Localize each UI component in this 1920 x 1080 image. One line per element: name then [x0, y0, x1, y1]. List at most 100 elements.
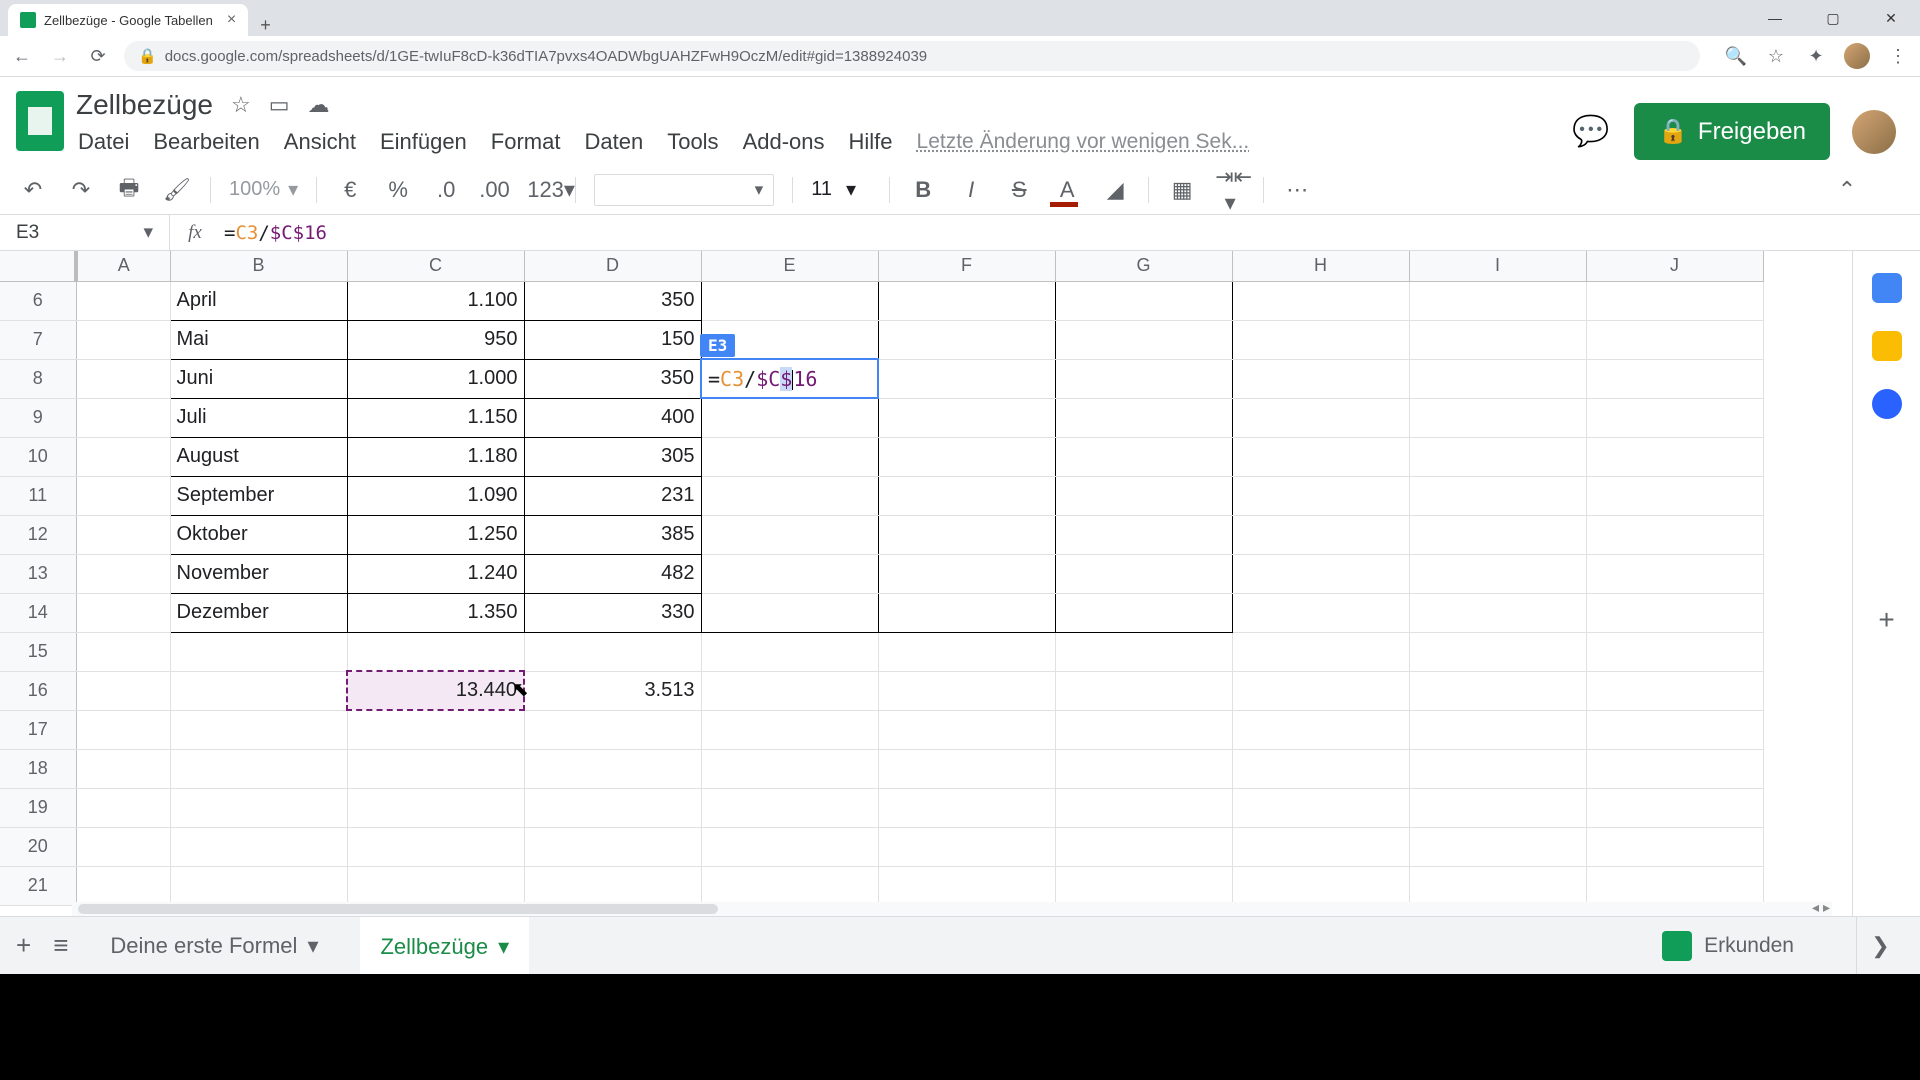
cell[interactable]: 1.350 [347, 593, 524, 632]
cell[interactable]: September [170, 476, 347, 515]
cell[interactable] [878, 359, 1055, 398]
strikethrough-icon[interactable]: S [1004, 177, 1034, 203]
cell[interactable]: 350 [524, 281, 701, 320]
sheets-logo-icon[interactable] [16, 91, 64, 151]
row-header[interactable]: 7 [0, 320, 76, 359]
row-header[interactable]: 9 [0, 398, 76, 437]
cell[interactable] [701, 281, 878, 320]
minimize-icon[interactable]: — [1746, 0, 1804, 36]
cell[interactable]: April [170, 281, 347, 320]
cell-referenced[interactable]: 13.440 [347, 671, 524, 710]
menu-data[interactable]: Daten [584, 129, 643, 155]
new-tab-button[interactable]: + [248, 15, 283, 36]
cell[interactable] [878, 320, 1055, 359]
cell[interactable]: 950 [347, 320, 524, 359]
last-edit-link[interactable]: Letzte Änderung vor wenigen Sek... [917, 130, 1250, 154]
close-tab-icon[interactable]: × [227, 11, 236, 29]
share-button[interactable]: 🔒 Freigeben [1634, 103, 1830, 160]
fill-color-icon[interactable]: ◢ [1100, 177, 1130, 203]
cell[interactable] [1055, 281, 1232, 320]
cell[interactable] [701, 554, 878, 593]
move-icon[interactable]: ▭ [269, 92, 290, 118]
col-header-i[interactable]: I [1409, 251, 1586, 281]
cell[interactable]: 400 [524, 398, 701, 437]
row-header[interactable]: 21 [0, 866, 76, 905]
row-header[interactable]: 20 [0, 827, 76, 866]
cell[interactable]: 1.250 [347, 515, 524, 554]
cell[interactable] [1055, 398, 1232, 437]
bold-icon[interactable]: B [908, 177, 938, 203]
show-side-panel-icon[interactable]: ❯ [1856, 917, 1904, 974]
cell[interactable] [878, 398, 1055, 437]
calendar-addon-icon[interactable] [1872, 273, 1902, 303]
cell[interactable]: Juni [170, 359, 347, 398]
add-sheet-icon[interactable]: + [16, 930, 31, 961]
grid[interactable]: A B C D E F G H I J 6 April 1.100 350 [0, 251, 1852, 916]
number-format-select[interactable]: 123▾ [527, 177, 557, 203]
cell[interactable] [878, 593, 1055, 632]
forward-icon[interactable]: → [48, 46, 72, 67]
percent-icon[interactable]: % [383, 177, 413, 203]
decrease-decimal-icon[interactable]: .0 [431, 177, 461, 203]
menu-edit[interactable]: Bearbeiten [153, 129, 259, 155]
col-header-e[interactable]: E [701, 251, 878, 281]
cell[interactable] [701, 398, 878, 437]
col-header-j[interactable]: J [1586, 251, 1763, 281]
cell[interactable]: 1.180 [347, 437, 524, 476]
text-color-icon[interactable]: A [1052, 177, 1082, 203]
cell[interactable] [1055, 593, 1232, 632]
more-tools-icon[interactable]: ⋯ [1282, 177, 1312, 203]
row-header[interactable]: 8 [0, 359, 76, 398]
cell[interactable]: 305 [524, 437, 701, 476]
row-header[interactable]: 11 [0, 476, 76, 515]
name-box[interactable]: E3▾ [0, 215, 170, 250]
tab-scroll-left-icon[interactable]: ◂ [1812, 899, 1819, 916]
add-addon-icon[interactable]: + [1878, 604, 1894, 636]
merge-icon[interactable]: ⇥⇤ ▾ [1215, 164, 1245, 216]
cell[interactable] [878, 281, 1055, 320]
row-header[interactable]: 18 [0, 749, 76, 788]
cell[interactable]: November [170, 554, 347, 593]
col-header-f[interactable]: F [878, 251, 1055, 281]
reload-icon[interactable]: ⟳ [86, 46, 110, 67]
cell[interactable]: 1.090 [347, 476, 524, 515]
star-icon[interactable]: ☆ [1764, 46, 1788, 67]
cell[interactable]: 3.513 [524, 671, 701, 710]
cell[interactable] [1055, 515, 1232, 554]
cell[interactable]: 1.000 [347, 359, 524, 398]
browser-tab[interactable]: Zellbezüge - Google Tabellen × [8, 4, 248, 36]
cell[interactable]: 1.150 [347, 398, 524, 437]
menu-format[interactable]: Format [491, 129, 561, 155]
row-header[interactable]: 13 [0, 554, 76, 593]
sheet-tab-1[interactable]: Deine erste Formel ▾ [90, 917, 338, 974]
account-avatar[interactable] [1852, 110, 1896, 154]
row-header[interactable]: 6 [0, 281, 76, 320]
borders-icon[interactable]: ▦ [1167, 177, 1197, 203]
cloud-status-icon[interactable]: ☁ [308, 92, 330, 118]
menu-insert[interactable]: Einfügen [380, 129, 467, 155]
cell[interactable]: 1.240 [347, 554, 524, 593]
col-header-d[interactable]: D [524, 251, 701, 281]
cell[interactable]: Oktober [170, 515, 347, 554]
cell[interactable] [878, 515, 1055, 554]
row-header[interactable]: 16 [0, 671, 76, 710]
cell[interactable]: Juli [170, 398, 347, 437]
cell[interactable] [701, 437, 878, 476]
cell[interactable]: 330 [524, 593, 701, 632]
cell[interactable]: 150 [524, 320, 701, 359]
row-header[interactable]: 19 [0, 788, 76, 827]
zoom-select[interactable]: 100% ▾ [229, 177, 298, 202]
menu-help[interactable]: Hilfe [849, 129, 893, 155]
cell[interactable] [1055, 437, 1232, 476]
formula-input[interactable]: =C3/$C$16 [220, 222, 1920, 244]
cell[interactable]: 350 [524, 359, 701, 398]
star-document-icon[interactable]: ☆ [231, 92, 251, 118]
cell[interactable] [701, 476, 878, 515]
row-header[interactable]: 15 [0, 632, 76, 671]
cell[interactable] [1055, 359, 1232, 398]
tab-scroll-right-icon[interactable]: ▸ [1823, 899, 1830, 916]
font-select[interactable]: ▾ [594, 174, 774, 206]
font-size-select[interactable]: 11 ▾ [811, 177, 871, 202]
cell[interactable]: Dezember [170, 593, 347, 632]
maximize-icon[interactable]: ▢ [1804, 0, 1862, 36]
